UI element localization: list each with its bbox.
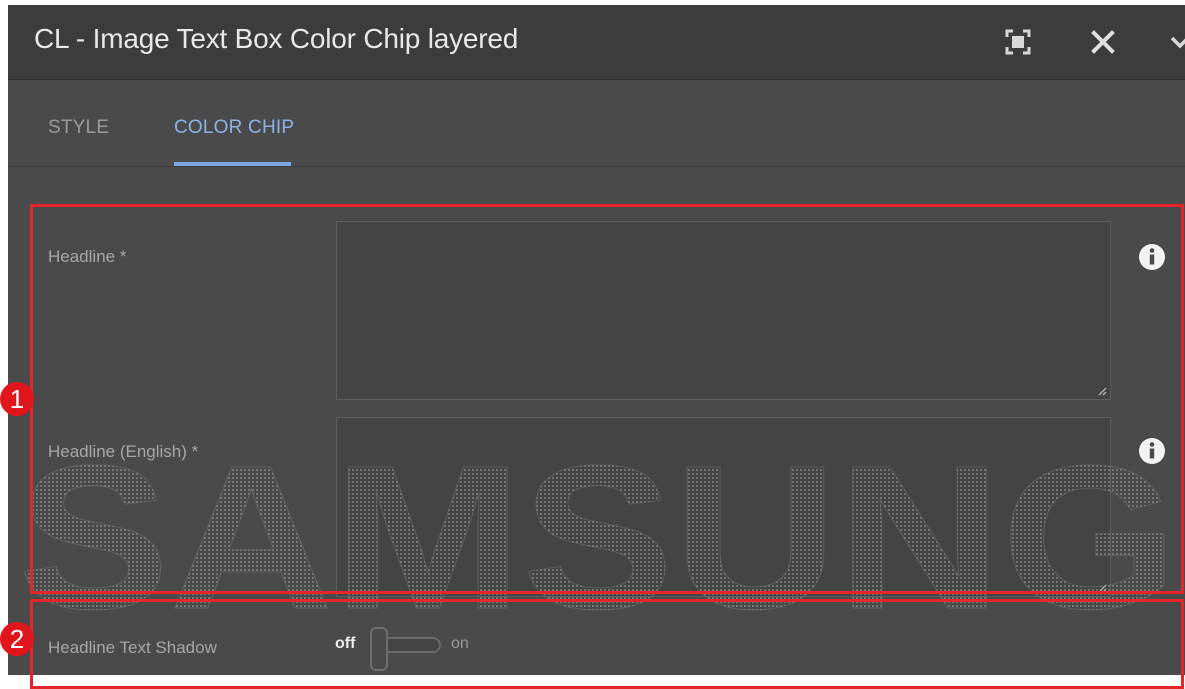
tab-color-chip[interactable]: COLOR CHIP [174, 117, 294, 139]
close-icon[interactable] [1088, 27, 1118, 57]
dialog-titlebar: CL - Image Text Box Color Chip layered [8, 5, 1185, 80]
fullscreen-icon[interactable] [1003, 27, 1033, 57]
annotation-badge-2: 2 [0, 622, 34, 656]
tab-style[interactable]: STYLE [48, 117, 109, 139]
chevron-down-icon[interactable] [1168, 27, 1185, 57]
dialog-title: CL - Image Text Box Color Chip layered [34, 23, 519, 54]
annotation-box-2 [30, 599, 1184, 689]
annotation-box-1 [30, 204, 1184, 594]
annotation-badge-1: 1 [0, 382, 34, 416]
active-tab-indicator [174, 162, 291, 166]
tab-bar: STYLE COLOR CHIP [8, 80, 1185, 167]
